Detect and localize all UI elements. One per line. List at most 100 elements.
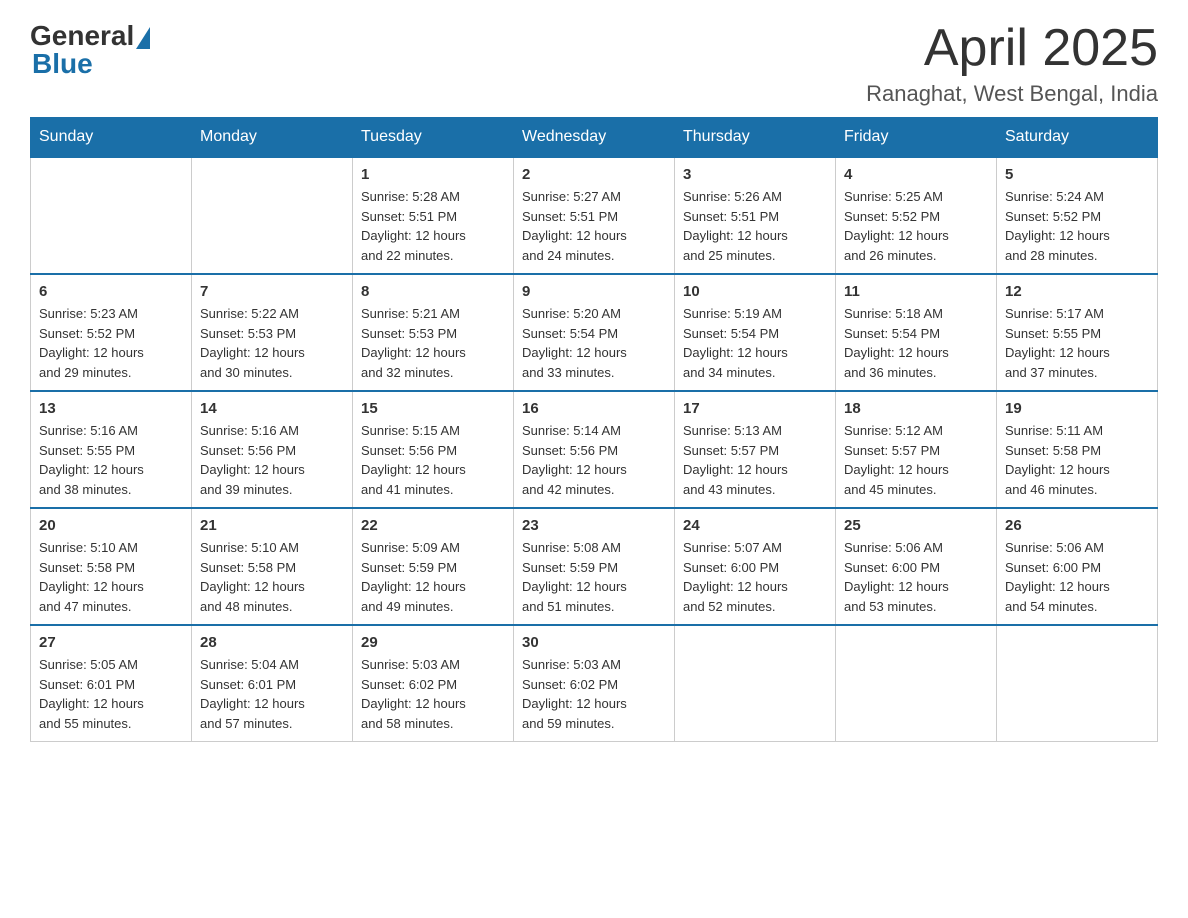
day-number: 10 bbox=[683, 283, 827, 300]
day-of-week-header: Wednesday bbox=[514, 118, 675, 158]
day-info: Sunrise: 5:18 AMSunset: 5:54 PMDaylight:… bbox=[844, 304, 988, 382]
day-info: Sunrise: 5:16 AMSunset: 5:56 PMDaylight:… bbox=[200, 421, 344, 499]
day-number: 18 bbox=[844, 400, 988, 417]
calendar-cell: 9Sunrise: 5:20 AMSunset: 5:54 PMDaylight… bbox=[514, 274, 675, 391]
calendar-cell: 30 Sunrise: 5:03 AMSunset: 6:02 PMDayligh… bbox=[514, 625, 675, 742]
calendar-cell: 19Sunrise: 5:11 AMSunset: 5:58 PMDayligh… bbox=[997, 391, 1158, 508]
calendar-cell: 17 Sunrise: 5:13 AMSunset: 5:57 PMDayligh… bbox=[675, 391, 836, 508]
calendar-cell: 25 Sunrise: 5:06 AMSunset: 6:00 PMDayligh… bbox=[836, 508, 997, 625]
day-number: 30 bbox=[522, 634, 666, 651]
month-title: April 2025 bbox=[866, 20, 1158, 77]
day-info: Sunrise: 5:16 AMSunset: 5:55 PMDaylight:… bbox=[39, 421, 183, 499]
day-info: Sunrise: 5:27 AMSunset: 5:51 PMDaylight:… bbox=[522, 187, 666, 265]
day-of-week-header: Monday bbox=[192, 118, 353, 158]
calendar-cell: 1Sunrise: 5:28 AMSunset: 5:51 PMDaylight… bbox=[353, 157, 514, 274]
calendar-cell: 13 Sunrise: 5:16 AMSunset: 5:55 PMDayligh… bbox=[31, 391, 192, 508]
calendar-cell bbox=[31, 157, 192, 274]
day-number: 14 bbox=[200, 400, 344, 417]
location-title: Ranaghat, West Bengal, India bbox=[866, 81, 1158, 107]
calendar-week-row: 6 Sunrise: 5:23 AMSunset: 5:52 PMDaylight… bbox=[31, 274, 1158, 391]
calendar-cell: 20 Sunrise: 5:10 AMSunset: 5:58 PMDayligh… bbox=[31, 508, 192, 625]
title-section: April 2025 Ranaghat, West Bengal, India bbox=[866, 20, 1158, 107]
day-number: 3 bbox=[683, 166, 827, 183]
day-info: Sunrise: 5:06 AMSunset: 6:00 PMDaylight:… bbox=[844, 538, 988, 616]
calendar-cell: 12 Sunrise: 5:17 AMSunset: 5:55 PMDayligh… bbox=[997, 274, 1158, 391]
page-header: General Blue April 2025 Ranaghat, West B… bbox=[30, 20, 1158, 107]
day-info: Sunrise: 5:22 AMSunset: 5:53 PMDaylight:… bbox=[200, 304, 344, 382]
calendar-week-row: 20 Sunrise: 5:10 AMSunset: 5:58 PMDayligh… bbox=[31, 508, 1158, 625]
day-info: Sunrise: 5:03 AMSunset: 6:02 PMDaylight:… bbox=[361, 655, 505, 733]
calendar-cell: 28 Sunrise: 5:04 AMSunset: 6:01 PMDayligh… bbox=[192, 625, 353, 742]
day-info: Sunrise: 5:20 AMSunset: 5:54 PMDaylight:… bbox=[522, 304, 666, 382]
day-info: Sunrise: 5:19 AMSunset: 5:54 PMDaylight:… bbox=[683, 304, 827, 382]
day-info: Sunrise: 5:09 AMSunset: 5:59 PMDaylight:… bbox=[361, 538, 505, 616]
day-info: Sunrise: 5:24 AMSunset: 5:52 PMDaylight:… bbox=[1005, 187, 1149, 265]
calendar-week-row: 1Sunrise: 5:28 AMSunset: 5:51 PMDaylight… bbox=[31, 157, 1158, 274]
calendar-cell: 22Sunrise: 5:09 AMSunset: 5:59 PMDayligh… bbox=[353, 508, 514, 625]
calendar-cell: 26 Sunrise: 5:06 AMSunset: 6:00 PMDayligh… bbox=[997, 508, 1158, 625]
day-of-week-header: Tuesday bbox=[353, 118, 514, 158]
day-info: Sunrise: 5:08 AMSunset: 5:59 PMDaylight:… bbox=[522, 538, 666, 616]
day-info: Sunrise: 5:03 AMSunset: 6:02 PMDaylight:… bbox=[522, 655, 666, 733]
day-number: 7 bbox=[200, 283, 344, 300]
day-of-week-header: Sunday bbox=[31, 118, 192, 158]
day-info: Sunrise: 5:25 AMSunset: 5:52 PMDaylight:… bbox=[844, 187, 988, 265]
day-number: 15 bbox=[361, 400, 505, 417]
day-number: 11 bbox=[844, 283, 988, 300]
day-number: 16 bbox=[522, 400, 666, 417]
calendar-cell: 3 Sunrise: 5:26 AMSunset: 5:51 PMDaylight… bbox=[675, 157, 836, 274]
calendar-cell: 23 Sunrise: 5:08 AMSunset: 5:59 PMDayligh… bbox=[514, 508, 675, 625]
day-info: Sunrise: 5:06 AMSunset: 6:00 PMDaylight:… bbox=[1005, 538, 1149, 616]
logo-triangle-icon bbox=[136, 27, 150, 49]
day-number: 6 bbox=[39, 283, 183, 300]
calendar-cell: 21 Sunrise: 5:10 AMSunset: 5:58 PMDayligh… bbox=[192, 508, 353, 625]
day-number: 8 bbox=[361, 283, 505, 300]
day-number: 5 bbox=[1005, 166, 1149, 183]
calendar-body: 1Sunrise: 5:28 AMSunset: 5:51 PMDaylight… bbox=[31, 157, 1158, 742]
calendar-header: SundayMondayTuesdayWednesdayThursdayFrid… bbox=[31, 118, 1158, 158]
day-number: 20 bbox=[39, 517, 183, 534]
calendar-cell: 24 Sunrise: 5:07 AMSunset: 6:00 PMDayligh… bbox=[675, 508, 836, 625]
calendar-cell bbox=[997, 625, 1158, 742]
day-of-week-header: Saturday bbox=[997, 118, 1158, 158]
day-info: Sunrise: 5:28 AMSunset: 5:51 PMDaylight:… bbox=[361, 187, 505, 265]
day-number: 26 bbox=[1005, 517, 1149, 534]
calendar-cell: 16 Sunrise: 5:14 AMSunset: 5:56 PMDayligh… bbox=[514, 391, 675, 508]
calendar-cell: 10 Sunrise: 5:19 AMSunset: 5:54 PMDayligh… bbox=[675, 274, 836, 391]
calendar-cell bbox=[675, 625, 836, 742]
day-number: 29 bbox=[361, 634, 505, 651]
day-number: 27 bbox=[39, 634, 183, 651]
day-number: 23 bbox=[522, 517, 666, 534]
day-info: Sunrise: 5:26 AMSunset: 5:51 PMDaylight:… bbox=[683, 187, 827, 265]
day-info: Sunrise: 5:10 AMSunset: 5:58 PMDaylight:… bbox=[200, 538, 344, 616]
day-number: 21 bbox=[200, 517, 344, 534]
calendar-cell: 5 Sunrise: 5:24 AMSunset: 5:52 PMDaylight… bbox=[997, 157, 1158, 274]
day-number: 12 bbox=[1005, 283, 1149, 300]
header-row: SundayMondayTuesdayWednesdayThursdayFrid… bbox=[31, 118, 1158, 158]
calendar-cell: 4Sunrise: 5:25 AMSunset: 5:52 PMDaylight… bbox=[836, 157, 997, 274]
calendar-cell: 15Sunrise: 5:15 AMSunset: 5:56 PMDayligh… bbox=[353, 391, 514, 508]
calendar-cell: 6 Sunrise: 5:23 AMSunset: 5:52 PMDaylight… bbox=[31, 274, 192, 391]
calendar-cell: 8 Sunrise: 5:21 AMSunset: 5:53 PMDaylight… bbox=[353, 274, 514, 391]
calendar-cell: 18 Sunrise: 5:12 AMSunset: 5:57 PMDayligh… bbox=[836, 391, 997, 508]
day-info: Sunrise: 5:23 AMSunset: 5:52 PMDaylight:… bbox=[39, 304, 183, 382]
calendar-table: SundayMondayTuesdayWednesdayThursdayFrid… bbox=[30, 117, 1158, 742]
day-number: 24 bbox=[683, 517, 827, 534]
day-info: Sunrise: 5:10 AMSunset: 5:58 PMDaylight:… bbox=[39, 538, 183, 616]
day-info: Sunrise: 5:14 AMSunset: 5:56 PMDaylight:… bbox=[522, 421, 666, 499]
day-info: Sunrise: 5:05 AMSunset: 6:01 PMDaylight:… bbox=[39, 655, 183, 733]
day-number: 17 bbox=[683, 400, 827, 417]
calendar-cell: 11 Sunrise: 5:18 AMSunset: 5:54 PMDayligh… bbox=[836, 274, 997, 391]
day-info: Sunrise: 5:07 AMSunset: 6:00 PMDaylight:… bbox=[683, 538, 827, 616]
day-info: Sunrise: 5:04 AMSunset: 6:01 PMDaylight:… bbox=[200, 655, 344, 733]
day-number: 25 bbox=[844, 517, 988, 534]
day-info: Sunrise: 5:11 AMSunset: 5:58 PMDaylight:… bbox=[1005, 421, 1149, 499]
calendar-week-row: 27 Sunrise: 5:05 AMSunset: 6:01 PMDayligh… bbox=[31, 625, 1158, 742]
day-info: Sunrise: 5:13 AMSunset: 5:57 PMDaylight:… bbox=[683, 421, 827, 499]
day-number: 13 bbox=[39, 400, 183, 417]
day-info: Sunrise: 5:17 AMSunset: 5:55 PMDaylight:… bbox=[1005, 304, 1149, 382]
logo-blue-text: Blue bbox=[32, 48, 93, 80]
day-info: Sunrise: 5:12 AMSunset: 5:57 PMDaylight:… bbox=[844, 421, 988, 499]
day-number: 28 bbox=[200, 634, 344, 651]
day-info: Sunrise: 5:21 AMSunset: 5:53 PMDaylight:… bbox=[361, 304, 505, 382]
